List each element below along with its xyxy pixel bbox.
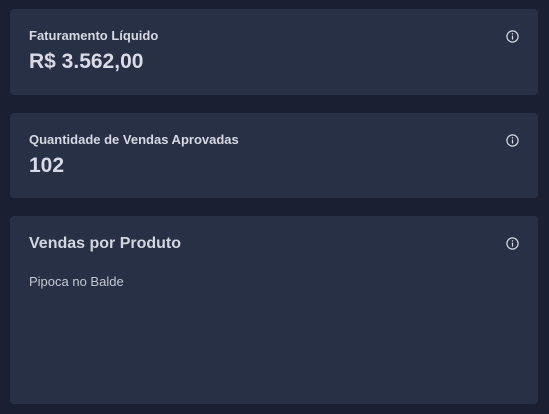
info-icon[interactable] — [506, 237, 519, 250]
approved-sales-value: 102 — [29, 154, 65, 177]
approved-sales-label: Quantidade de Vendas Aprovadas — [29, 132, 239, 147]
sales-by-product-card: Vendas por Produto Pipoca no Balde — [10, 216, 538, 404]
product-list-item: Pipoca no Balde — [29, 274, 124, 289]
sales-by-product-title: Vendas por Produto — [29, 235, 182, 252]
approved-sales-card: Quantidade de Vendas Aprovadas 102 — [10, 113, 538, 198]
net-revenue-label: Faturamento Líquido — [29, 28, 159, 43]
info-icon[interactable] — [506, 134, 519, 147]
info-icon[interactable] — [506, 30, 519, 43]
dashboard-page: Faturamento Líquido R$ 3.562,00 Quantida… — [0, 0, 549, 414]
net-revenue-value: R$ 3.562,00 — [29, 50, 144, 73]
net-revenue-card: Faturamento Líquido R$ 3.562,00 — [10, 9, 538, 95]
